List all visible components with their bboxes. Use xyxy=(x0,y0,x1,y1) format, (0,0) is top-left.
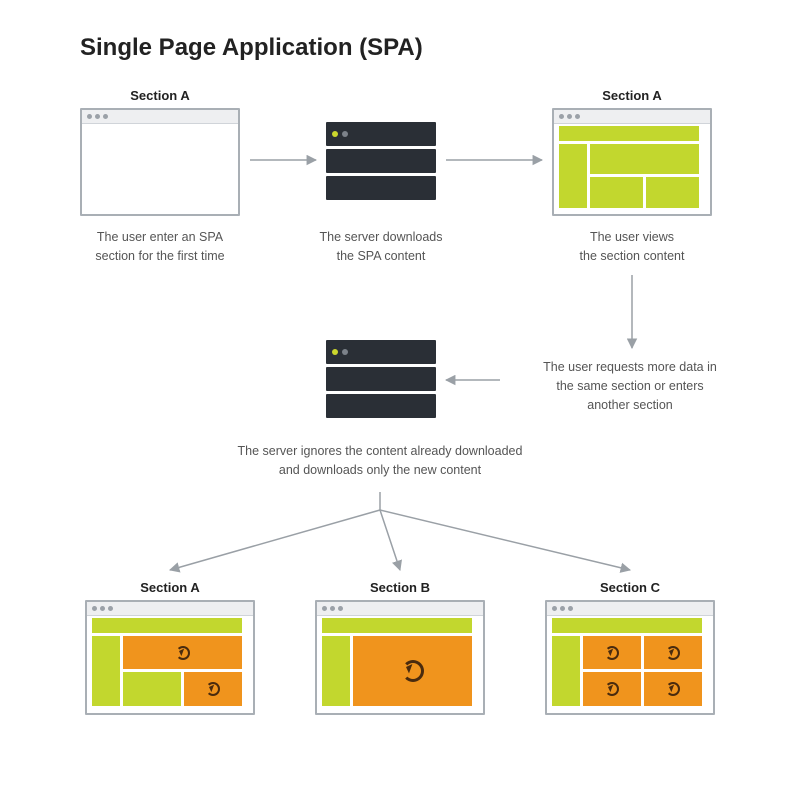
server-unit xyxy=(326,176,436,200)
window-dot-icon xyxy=(575,114,580,119)
refresh-icon xyxy=(666,646,680,660)
content-block xyxy=(552,636,580,706)
led-icon xyxy=(342,131,348,137)
server-unit xyxy=(326,149,436,173)
caption-step5: The server ignores the content already d… xyxy=(210,442,550,480)
content-block xyxy=(590,177,643,208)
content-block xyxy=(92,618,242,633)
caption-step1: The user enter an SPA section for the fi… xyxy=(70,228,250,266)
led-icon xyxy=(332,131,338,137)
window-dot-icon xyxy=(330,606,335,611)
label-section-a-1: Section A xyxy=(80,88,240,103)
window-dot-icon xyxy=(338,606,343,611)
caption-step2: The server downloads the SPA content xyxy=(300,228,462,266)
titlebar xyxy=(547,602,713,616)
window-dot-icon xyxy=(322,606,327,611)
titlebar xyxy=(554,110,710,124)
window-dot-icon xyxy=(100,606,105,611)
browser-section-b xyxy=(315,600,485,715)
titlebar xyxy=(82,110,238,124)
content-block xyxy=(590,144,699,174)
refresh-block xyxy=(123,636,242,669)
refresh-block xyxy=(583,636,641,669)
window-dot-icon xyxy=(567,114,572,119)
window-dot-icon xyxy=(560,606,565,611)
server-unit xyxy=(326,340,436,364)
titlebar xyxy=(87,602,253,616)
page-title: Single Page Application (SPA) xyxy=(80,34,423,62)
refresh-icon xyxy=(605,646,619,660)
caption-step3: The user views the section content xyxy=(552,228,712,266)
refresh-icon xyxy=(605,682,619,696)
browser-empty xyxy=(80,108,240,216)
label-section-c: Section C xyxy=(545,580,715,595)
refresh-block xyxy=(184,672,242,706)
label-section-a-2: Section A xyxy=(552,88,712,103)
window-dot-icon xyxy=(108,606,113,611)
content-block xyxy=(123,672,181,706)
led-icon xyxy=(332,349,338,355)
server-1 xyxy=(326,122,436,200)
refresh-block xyxy=(583,672,641,706)
titlebar xyxy=(317,602,483,616)
server-unit xyxy=(326,394,436,418)
led-icon xyxy=(342,349,348,355)
content-block xyxy=(559,144,587,208)
label-section-b: Section B xyxy=(315,580,485,595)
browser-loaded xyxy=(552,108,712,216)
server-unit xyxy=(326,122,436,146)
refresh-block xyxy=(644,672,702,706)
browser-section-c xyxy=(545,600,715,715)
refresh-icon xyxy=(666,682,680,696)
server-unit xyxy=(326,367,436,391)
window-dot-icon xyxy=(559,114,564,119)
content-block xyxy=(552,618,702,633)
refresh-block xyxy=(353,636,472,706)
refresh-block xyxy=(644,636,702,669)
refresh-icon xyxy=(402,660,424,682)
browser-section-a xyxy=(85,600,255,715)
content-block xyxy=(322,636,350,706)
refresh-icon xyxy=(176,646,190,660)
window-dot-icon xyxy=(568,606,573,611)
caption-step4: The user requests more data in the same … xyxy=(510,358,750,414)
content-block xyxy=(322,618,472,633)
window-dot-icon xyxy=(552,606,557,611)
window-dot-icon xyxy=(92,606,97,611)
label-section-a-3: Section A xyxy=(85,580,255,595)
content-block xyxy=(646,177,699,208)
content-block xyxy=(559,126,699,141)
window-dot-icon xyxy=(95,114,100,119)
window-dot-icon xyxy=(87,114,92,119)
server-2 xyxy=(326,340,436,418)
content-block xyxy=(92,636,120,706)
refresh-icon xyxy=(206,682,220,696)
window-dot-icon xyxy=(103,114,108,119)
